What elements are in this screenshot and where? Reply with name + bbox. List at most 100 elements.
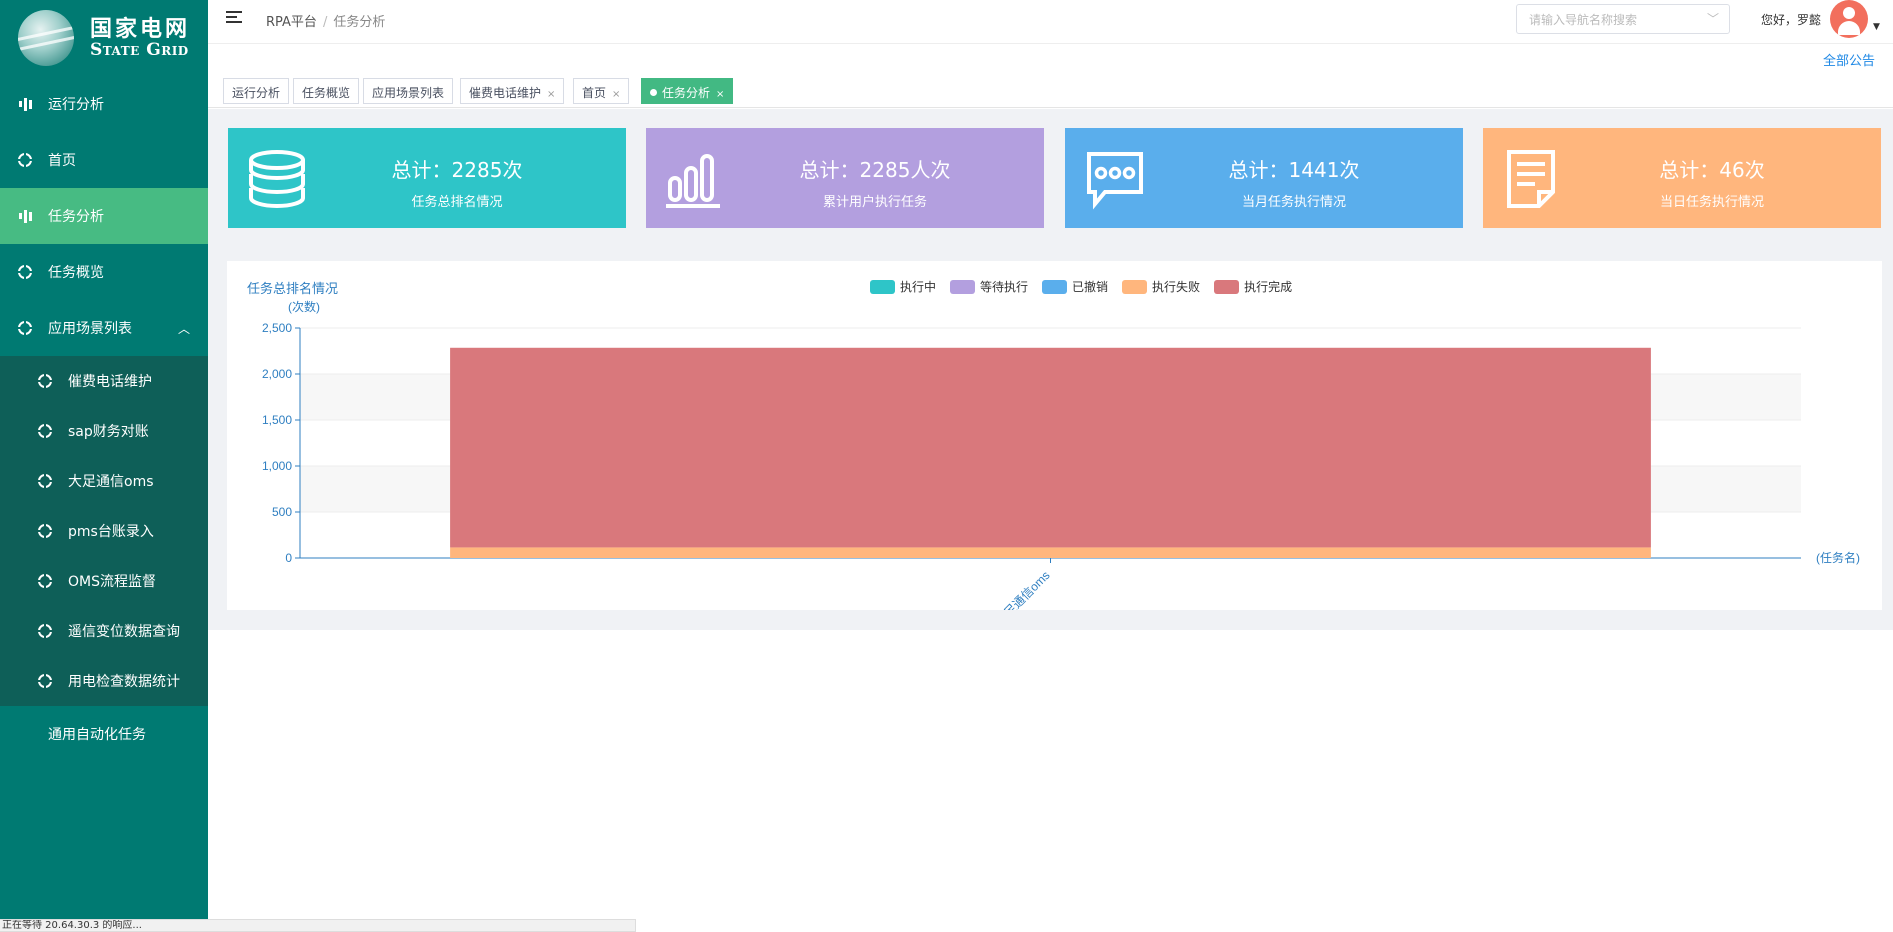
- sidebar-item-label: 任务分析: [48, 209, 104, 225]
- tab-label: 首页: [582, 86, 607, 100]
- card-desc: 当月任务执行情况: [1241, 195, 1346, 210]
- scenario-submenu: 催费电话维护 sap财务对账 大足通信oms pms台账录入 OMS流程监督 遥…: [0, 356, 208, 706]
- stat-card-today: 总计：46次 当日任务执行情况: [1483, 128, 1881, 228]
- tab-fee-phone[interactable]: 催费电话维护 ×: [460, 78, 565, 104]
- table-icon: [18, 727, 32, 741]
- tab-scenario-list[interactable]: 应用场景列表: [363, 78, 454, 104]
- task-rank-chart-panel: 任务总排名情况 执行中 等待执行 已撤销 执行失败 执行完成 0 500 1,000…: [227, 261, 1882, 610]
- x-tick-label: 大足通信oms: [993, 568, 1053, 610]
- stat-card-user-exec: 总计：2285人次 累计用户执行任务: [646, 128, 1044, 228]
- user-greeting: 您好，罗懿: [1761, 13, 1822, 27]
- crosshair-icon: [36, 622, 54, 640]
- sidebar-item-task-analysis[interactable]: 任务分析: [0, 188, 208, 244]
- submenu-item[interactable]: 遥信变位数据查询: [0, 606, 208, 656]
- stat-card-total-rank: 总计：2285次 任务总排名情况: [228, 128, 626, 228]
- y-tick-label: 1,000: [262, 459, 292, 473]
- submenu-item[interactable]: sap财务对账: [0, 406, 208, 456]
- submenu-item-label: 用电检查数据统计: [68, 674, 180, 690]
- state-grid-globe-logo: [18, 10, 74, 66]
- card-desc: 任务总排名情况: [411, 195, 503, 210]
- main-content: 总计：2285次 任务总排名情况 总计：2285人次 累计用户执行任务 总计：1…: [208, 109, 1893, 630]
- card-total: 总计：46次: [1659, 158, 1765, 182]
- crosshair-icon: [36, 372, 54, 390]
- sidebar-item-label: 通用自动化任务: [48, 727, 146, 743]
- sidebar-item-task-overview[interactable]: 任务概览: [0, 244, 208, 300]
- submenu-item[interactable]: pms台账录入: [0, 506, 208, 556]
- sidebar-item-label: 首页: [48, 153, 76, 169]
- submenu-item-label: 遥信变位数据查询: [68, 624, 180, 640]
- tab-run-analysis[interactable]: 运行分析: [223, 78, 290, 104]
- crosshair-icon: [16, 263, 34, 281]
- submenu-item[interactable]: 催费电话维护: [0, 356, 208, 406]
- y-tick-label: 0: [285, 551, 292, 565]
- active-dot-icon: [650, 89, 657, 96]
- chevron-up-icon: ︿: [178, 321, 191, 336]
- sidebar-item-label: 应用场景列表: [48, 321, 132, 337]
- crosshair-icon: [36, 572, 54, 590]
- stat-card-month: 总计：1441次 当月任务执行情况: [1065, 128, 1463, 228]
- top-header: RPA平台 / 任务分析 请输入导航名称搜索 ﹀ 您好，罗懿 ▼: [208, 0, 1893, 44]
- close-icon[interactable]: ×: [716, 89, 724, 100]
- sidebar: 国家电网 State Grid 运行分析 首页 任务分析 任务概览 应用场景列表…: [0, 0, 208, 932]
- breadcrumb-current: 任务分析: [333, 15, 386, 30]
- tab-task-overview[interactable]: 任务概览: [293, 78, 360, 104]
- y-axis-label: (次数): [288, 299, 320, 314]
- sidebar-item-run-analysis[interactable]: 运行分析: [0, 76, 208, 132]
- submenu-item-label: OMS流程监督: [68, 574, 156, 590]
- tab-task-analysis[interactable]: 任务分析 ×: [641, 78, 734, 104]
- submenu-item-label: pms台账录入: [68, 524, 154, 540]
- submenu-item-label: sap财务对账: [68, 424, 149, 440]
- submenu-item[interactable]: 大足通信oms: [0, 456, 208, 506]
- sidebar-menu: 运行分析 首页 任务分析 任务概览 应用场景列表 ︿ 催费电话维护 sap财务对…: [0, 76, 208, 762]
- browser-status-bar: 正在等待 20.64.30.3 的响应...: [0, 919, 636, 932]
- tab-label: 应用场景列表: [372, 86, 445, 100]
- submenu-item[interactable]: 用电检查数据统计: [0, 656, 208, 706]
- card-desc: 当日任务执行情况: [1659, 195, 1764, 210]
- bar-segment: [450, 347, 1651, 548]
- sidebar-item-general-automation[interactable]: 通用自动化任务: [0, 706, 208, 762]
- sidebar-item-label: 运行分析: [48, 97, 104, 113]
- submenu-item-label: 大足通信oms: [68, 474, 154, 490]
- chevron-down-icon: ﹀: [1706, 12, 1719, 26]
- nav-search-input[interactable]: 请输入导航名称搜索 ﹀: [1516, 4, 1730, 34]
- crosshair-icon: [36, 422, 54, 440]
- tags-view: 运行分析 任务概览 应用场景列表 催费电话维护 × 首页 × 任务分析 ×: [208, 76, 1893, 108]
- bar-chart-icon: [18, 209, 32, 223]
- card-desc: 累计用户执行任务: [822, 195, 927, 210]
- logo[interactable]: 国家电网 State Grid: [0, 0, 208, 76]
- crosshair-icon: [16, 151, 34, 169]
- brand-en: State Grid: [90, 39, 189, 60]
- x-axis-label: (任务名): [1816, 550, 1860, 565]
- card-total: 总计：2285人次: [799, 158, 951, 182]
- breadcrumb: RPA平台 / 任务分析: [266, 11, 385, 30]
- card-total: 总计：1441次: [1228, 158, 1360, 182]
- avatar[interactable]: [1830, 0, 1868, 38]
- breadcrumb-separator: /: [322, 15, 328, 30]
- bar-segment: [450, 547, 1651, 558]
- card-total: 总计：2285次: [391, 158, 523, 182]
- close-icon[interactable]: ×: [612, 89, 620, 100]
- submenu-item-label: 催费电话维护: [68, 374, 152, 390]
- y-tick-label: 2,000: [262, 367, 292, 381]
- bar-chart-icon: [18, 97, 32, 111]
- crosshair-icon: [16, 319, 34, 337]
- tab-label: 任务概览: [302, 86, 351, 100]
- menu-toggle-icon[interactable]: [226, 11, 242, 26]
- all-announcements-link[interactable]: 全部公告: [1823, 50, 1875, 69]
- close-icon[interactable]: ×: [547, 89, 555, 100]
- submenu-item[interactable]: OMS流程监督: [0, 556, 208, 606]
- caret-down-icon[interactable]: ▼: [1873, 22, 1880, 32]
- brand-cn: 国家电网: [90, 15, 191, 42]
- crosshair-icon: [36, 522, 54, 540]
- tab-home[interactable]: 首页 ×: [573, 78, 630, 104]
- sidebar-item-scenario-list[interactable]: 应用场景列表 ︿: [0, 300, 208, 356]
- breadcrumb-root[interactable]: RPA平台: [266, 15, 317, 30]
- tab-label: 催费电话维护: [469, 86, 542, 100]
- y-tick-label: 2,500: [262, 321, 292, 335]
- tab-label: 任务分析: [662, 86, 711, 100]
- sidebar-item-home[interactable]: 首页: [0, 132, 208, 188]
- stacked-bar-chart: 0 500 1,000 1,500 2,000 2,500 (次数) (任务名) 大足通信oms: [262, 299, 1860, 610]
- y-tick-label: 500: [272, 505, 292, 519]
- tab-label: 运行分析: [232, 86, 281, 100]
- sidebar-item-label: 任务概览: [48, 265, 104, 281]
